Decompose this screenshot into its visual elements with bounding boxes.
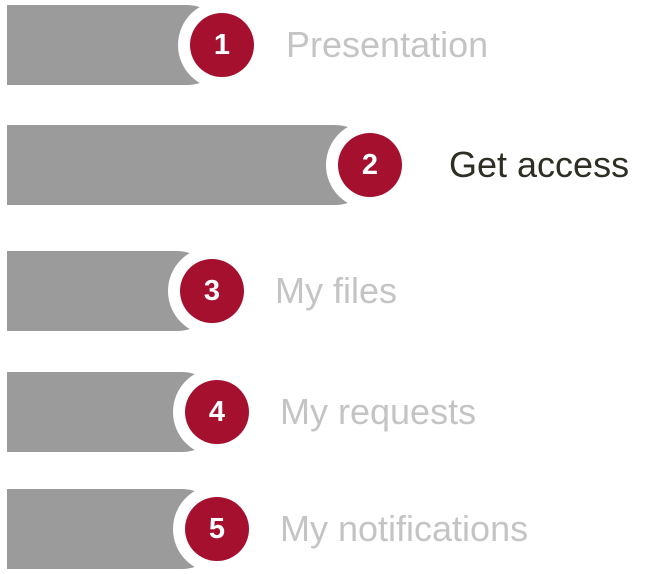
- step-my-notifications[interactable]: 5 My notifications: [0, 485, 667, 573]
- step-label-get-access[interactable]: Get access: [449, 125, 629, 205]
- step-label-my-notifications[interactable]: My notifications: [280, 489, 528, 569]
- step-number-badge: 2: [338, 133, 402, 197]
- step-my-requests[interactable]: 4 My requests: [0, 368, 667, 456]
- step-label-presentation[interactable]: Presentation: [286, 5, 488, 85]
- step-get-access[interactable]: 2 Get access: [0, 121, 667, 209]
- step-number-badge: 3: [180, 259, 244, 323]
- step-number-badge: 5: [185, 497, 249, 561]
- step-label-my-requests[interactable]: My requests: [280, 372, 476, 452]
- step-label-my-files[interactable]: My files: [275, 251, 397, 331]
- step-number-badge: 4: [185, 380, 249, 444]
- step-presentation[interactable]: 1 Presentation: [0, 1, 667, 89]
- step-my-files[interactable]: 3 My files: [0, 247, 667, 335]
- step-bar: [7, 125, 375, 205]
- step-number-badge: 1: [190, 13, 254, 77]
